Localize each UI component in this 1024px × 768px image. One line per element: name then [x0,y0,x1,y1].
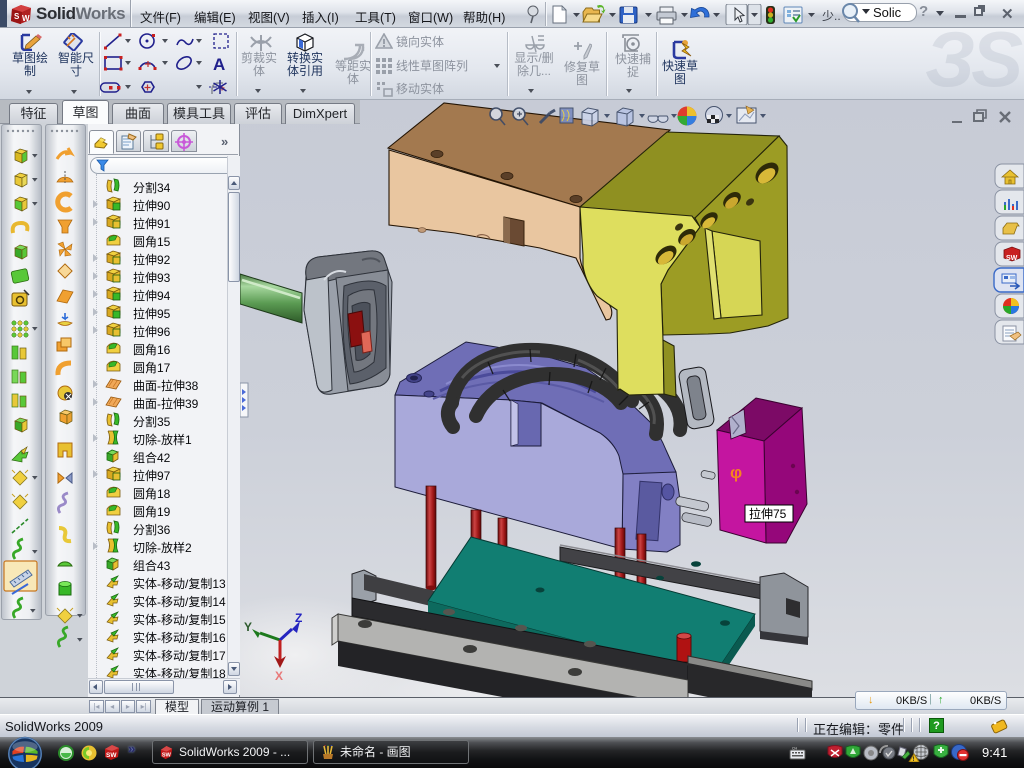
svg-text:φ: φ [730,463,742,482]
svg-text:W: W [22,14,30,23]
svg-text:X: X [275,669,283,683]
svg-text:!: ! [913,757,915,762]
svg-text:Y: Y [244,620,252,634]
svg-text:CH: CH [792,747,798,751]
svg-text:SW: SW [162,752,172,758]
svg-text:S: S [14,12,20,21]
svg-text:Z: Z [295,611,302,625]
svg-text:拉伸75: 拉伸75 [749,506,787,521]
svg-text:SW: SW [1006,255,1018,262]
svg-text:SW: SW [106,752,117,759]
svg-text:A: A [213,55,225,74]
